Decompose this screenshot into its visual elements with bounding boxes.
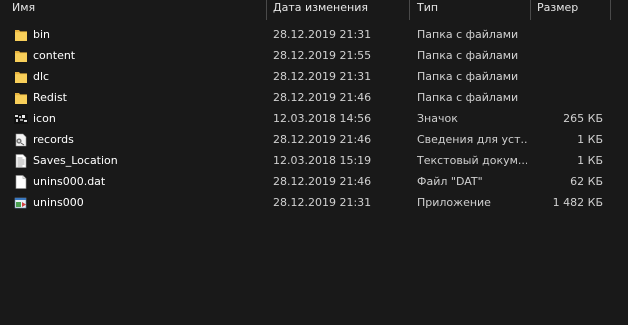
- file-date: 28.12.2019 21:46: [273, 175, 372, 188]
- file-row-saves-location[interactable]: Saves_Location 12.03.2018 15:19 Текстовый …: [0, 151, 628, 172]
- column-header-type[interactable]: Тип: [411, 0, 531, 20]
- column-separator[interactable]: [409, 0, 410, 20]
- file-name: Saves_Location: [33, 154, 118, 167]
- file-type: Файл "DAT": [417, 175, 483, 188]
- folder-icon: [14, 70, 28, 84]
- ico-file-icon: [14, 112, 28, 126]
- application-icon: [14, 196, 28, 210]
- file-name: dlc: [33, 70, 50, 83]
- file-type: Значок: [417, 112, 458, 125]
- file-size: 1 482 КБ: [552, 196, 603, 209]
- file-date: 12.03.2018 14:56: [273, 112, 372, 125]
- file-date: 28.12.2019 21:31: [273, 28, 372, 41]
- file-size: 62 КБ: [570, 175, 603, 188]
- file-date: 12.03.2018 15:19: [273, 154, 372, 167]
- file-name: icon: [33, 112, 56, 125]
- file-row-icon[interactable]: icon 12.03.2018 14:56 Значок 265 КБ: [0, 109, 628, 130]
- column-header-date[interactable]: Дата изменения: [267, 0, 409, 20]
- column-header-size[interactable]: Размер: [531, 0, 611, 20]
- column-separator[interactable]: [610, 0, 611, 20]
- file-size: 1 КБ: [577, 154, 603, 167]
- file-type: Папка с файлами: [417, 91, 519, 104]
- file-date: 28.12.2019 21:55: [273, 49, 372, 62]
- file-type: Папка с файлами: [417, 49, 519, 62]
- setup-info-icon: [14, 133, 28, 147]
- file-row-content[interactable]: content 28.12.2019 21:55 Папка с файлами: [0, 46, 628, 67]
- file-name: Redist: [33, 91, 67, 104]
- text-document-icon: [14, 154, 28, 168]
- file-name: unins000.dat: [33, 175, 106, 188]
- column-header-name[interactable]: Имя: [6, 0, 266, 20]
- file-type: Папка с файлами: [417, 28, 519, 41]
- file-row-dlc[interactable]: dlc 28.12.2019 21:31 Папка с файлами: [0, 67, 628, 88]
- file-icon: [14, 175, 28, 189]
- file-row-bin[interactable]: bin 28.12.2019 21:31 Папка с файлами: [0, 25, 628, 46]
- file-row-redist[interactable]: Redist 28.12.2019 21:46 Папка с файлами: [0, 88, 628, 109]
- file-row-unins000[interactable]: unins000 28.12.2019 21:31 Приложение 1 482 …: [0, 193, 628, 214]
- file-size: 1 КБ: [577, 133, 603, 146]
- file-row-unins000-dat[interactable]: unins000.dat 28.12.2019 21:46 Файл "DAT" 62…: [0, 172, 628, 193]
- file-type: Приложение: [417, 196, 491, 209]
- file-name: content: [33, 49, 76, 62]
- file-date: 28.12.2019 21:46: [273, 91, 372, 104]
- file-type: Сведения для уст...: [417, 133, 527, 146]
- folder-icon: [14, 49, 28, 63]
- file-type: Текстовый докум...: [417, 154, 527, 167]
- file-name: records: [33, 133, 74, 146]
- file-name: bin: [33, 28, 51, 41]
- column-header-bar: Имя Дата изменения Тип Размер: [0, 0, 628, 20]
- file-name: unins000: [33, 196, 84, 209]
- file-type: Папка с файлами: [417, 70, 519, 83]
- file-size: 265 КБ: [563, 112, 603, 125]
- folder-icon: [14, 28, 28, 42]
- file-date: 28.12.2019 21:31: [273, 196, 372, 209]
- folder-icon: [14, 91, 28, 105]
- file-row-records[interactable]: records 28.12.2019 21:46 Сведения для уст.…: [0, 130, 628, 151]
- file-date: 28.12.2019 21:46: [273, 133, 372, 146]
- file-date: 28.12.2019 21:31: [273, 70, 372, 83]
